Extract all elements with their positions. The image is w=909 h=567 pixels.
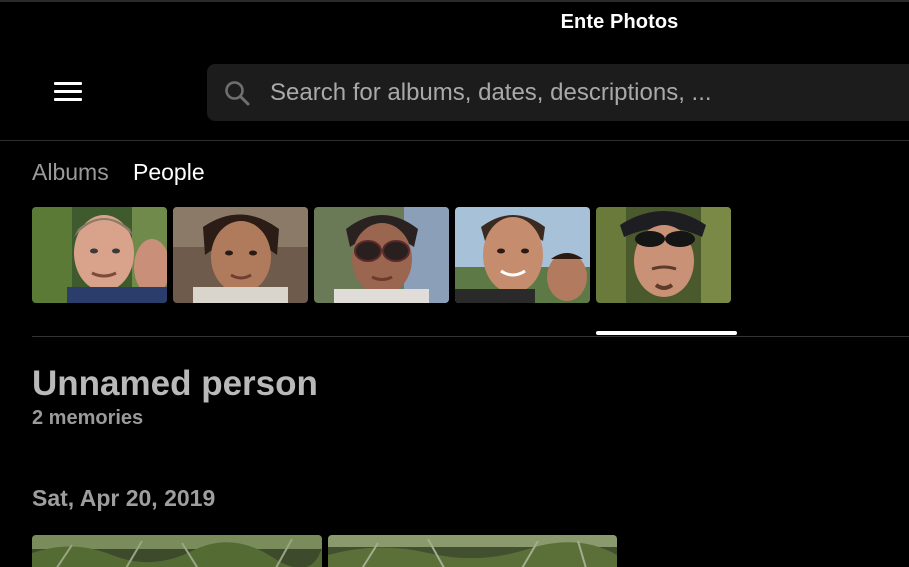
person-name: Unnamed person xyxy=(32,364,318,403)
tab-people[interactable]: People xyxy=(133,159,205,186)
window-title: Ente Photos xyxy=(560,11,679,33)
person-thumbnail-4[interactable] xyxy=(455,207,590,303)
menu-button[interactable] xyxy=(50,78,86,108)
photo-thumbnail[interactable] xyxy=(32,535,322,567)
person-thumbnail-3[interactable] xyxy=(314,207,449,303)
person-thumbnail-1[interactable] xyxy=(32,207,167,303)
memory-count: 2 memories xyxy=(32,407,144,429)
people-strip-divider xyxy=(32,336,909,337)
search-input[interactable] xyxy=(270,64,900,121)
hamburger-menu-icon xyxy=(54,82,82,85)
selected-person-indicator xyxy=(596,331,737,335)
photo-thumbnail[interactable] xyxy=(328,535,617,567)
person-thumbnail-5[interactable] xyxy=(596,207,731,303)
search-bar[interactable] xyxy=(207,64,909,121)
date-group-heading: Sat, Apr 20, 2019 xyxy=(32,485,216,511)
header-divider xyxy=(0,140,909,141)
window-top-border xyxy=(0,0,909,2)
person-thumbnail-2[interactable] xyxy=(173,207,308,303)
tab-albums[interactable]: Albums xyxy=(32,159,109,186)
search-icon xyxy=(225,81,250,106)
